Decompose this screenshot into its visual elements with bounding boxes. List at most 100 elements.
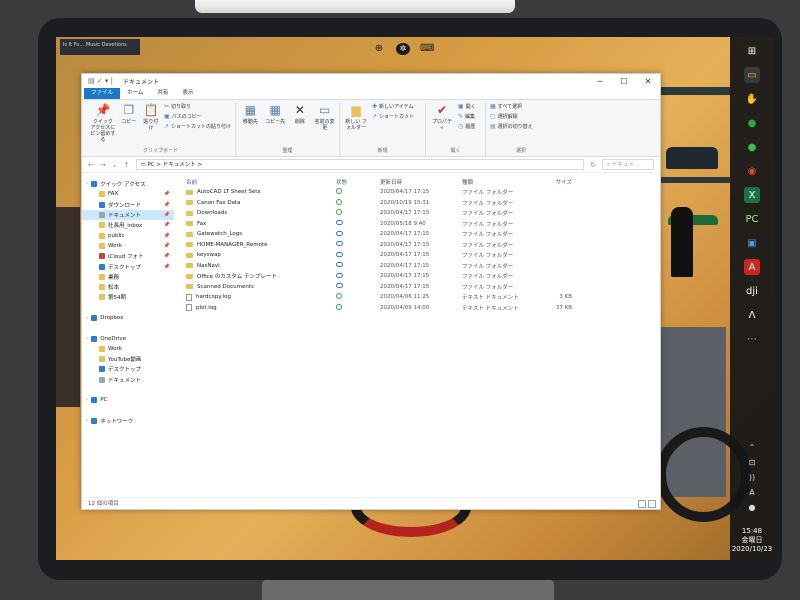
refresh-icon[interactable]: ↻ bbox=[590, 161, 596, 169]
up-arrow-icon[interactable]: ↑ bbox=[124, 161, 130, 169]
large-icons-view-icon[interactable] bbox=[648, 500, 656, 508]
taskbar-clock[interactable]: 15:48 金曜日 2020/10/23 bbox=[730, 527, 774, 554]
quick-access-toolbar-icon[interactable]: ▤ ✓ ▾ | bbox=[88, 77, 113, 85]
tab-share[interactable]: 共有 bbox=[150, 88, 175, 99]
nav-item[interactable]: ドキュメント bbox=[82, 375, 174, 385]
back-icon[interactable]: ← bbox=[88, 161, 94, 169]
autocad-icon[interactable]: A bbox=[744, 259, 760, 275]
column-size[interactable]: サイズ bbox=[532, 178, 572, 186]
pin-quick-access-button[interactable]: 📌 クイック アクセスにピン留めする bbox=[90, 103, 116, 143]
nav-item[interactable]: public 📌 bbox=[82, 230, 174, 240]
chevron-down-icon[interactable]: ⌄ bbox=[112, 161, 118, 169]
select-none-button[interactable]: ▢ 選択解除 bbox=[490, 113, 533, 120]
expand-chevron-icon[interactable]: › bbox=[86, 336, 88, 342]
chrome-icon[interactable]: ◉ bbox=[744, 163, 760, 179]
tab-home[interactable]: ホーム bbox=[120, 88, 150, 99]
maximize-button[interactable]: ☐ bbox=[612, 77, 636, 86]
file-row[interactable]: AutoCAD LT Sheet Sets 2020/04/17 17:15 ファイ… bbox=[186, 187, 660, 198]
file-row[interactable]: Office のカスタム テンプレート 2020/04/17 17:15 ファイル … bbox=[186, 271, 660, 282]
properties-button[interactable]: ✔ プロパティ bbox=[430, 103, 454, 131]
tray-icon[interactable]: ⊡ bbox=[749, 458, 756, 467]
paste-shortcut-button[interactable]: ↗ ショートカットの貼り付け bbox=[164, 123, 231, 130]
expand-chevron-icon[interactable]: › bbox=[86, 418, 88, 424]
column-status[interactable]: 状態 bbox=[336, 178, 380, 186]
cut-button[interactable]: ✂ 切り取り bbox=[164, 103, 231, 110]
nav-item[interactable]: 業務 bbox=[82, 272, 174, 282]
nav-item[interactable]: › Dropbox bbox=[82, 313, 174, 323]
file-row[interactable]: Canon Fax Data 2020/10/19 15:31 ファイル フォルダー bbox=[186, 198, 660, 209]
new-item-button[interactable]: ✚ 新しいアイテム bbox=[372, 103, 414, 110]
details-view-icon[interactable] bbox=[638, 500, 646, 508]
expand-chevron-icon[interactable]: › bbox=[86, 397, 88, 403]
expand-chevron-icon[interactable]: › bbox=[86, 315, 88, 321]
file-row[interactable]: NasNavi 2020/04/17 17:15 ファイル フォルダー bbox=[186, 261, 660, 272]
file-row[interactable]: Scanned Documents 2020/04/17 17:15 ファイル フォ… bbox=[186, 282, 660, 293]
app-blue-window-icon[interactable]: ▣ bbox=[744, 235, 760, 251]
dji-icon[interactable]: dji bbox=[744, 283, 760, 299]
column-type[interactable]: 種類 bbox=[462, 178, 532, 186]
column-name[interactable]: 名前 bbox=[186, 178, 336, 186]
app-green-text-icon[interactable]: PC bbox=[744, 211, 760, 227]
history-button[interactable]: ◷ 履歴 bbox=[458, 123, 476, 130]
tab-file[interactable]: ファイル bbox=[84, 88, 121, 99]
app-green-circle2-icon[interactable]: ● bbox=[744, 139, 760, 155]
delete-button[interactable]: ✕ 削除 bbox=[290, 103, 311, 125]
tray-icon[interactable]: )) bbox=[749, 473, 755, 482]
tray-icon[interactable]: ⌃ bbox=[749, 443, 756, 452]
easy-access-button[interactable]: ↗ ショートカット bbox=[372, 113, 414, 120]
nav-item[interactable]: デスクトップ bbox=[82, 364, 174, 374]
nav-item[interactable]: Work bbox=[82, 344, 174, 354]
nav-item[interactable]: 第54期 bbox=[82, 292, 174, 302]
nav-item[interactable]: › ネットワーク bbox=[82, 416, 174, 426]
nav-item[interactable]: › クイック アクセス bbox=[82, 179, 174, 189]
file-row[interactable]: Gatewatch_Logs 2020/04/17 17:15 ファイル フォルダー bbox=[186, 229, 660, 240]
file-explorer-icon[interactable]: ▭ bbox=[744, 67, 760, 83]
paste-button[interactable]: 📋 貼り付け bbox=[142, 103, 160, 131]
tray-icon[interactable]: A bbox=[749, 488, 754, 497]
file-row[interactable]: Fax 2020/05/18 9:40 ファイル フォルダー bbox=[186, 219, 660, 230]
minimize-button[interactable]: ─ bbox=[588, 77, 612, 86]
edit-button[interactable]: ✎ 編集 bbox=[458, 113, 476, 120]
nav-item[interactable]: デスクトップ 📌 bbox=[82, 261, 174, 271]
address-path[interactable]: ▭ PC > ドキュメント > bbox=[135, 159, 585, 170]
file-row[interactable]: Downloads 2020/04/17 17:15 ファイル フォルダー bbox=[186, 208, 660, 219]
new-folder-button[interactable]: ▆ 新しい フォルダー bbox=[344, 103, 368, 131]
nav-item[interactable]: FAX 📌 bbox=[82, 189, 174, 199]
tray-icon[interactable]: ● bbox=[749, 503, 756, 512]
nav-item[interactable]: 松本 bbox=[82, 282, 174, 292]
close-button[interactable]: ✕ bbox=[636, 77, 660, 86]
file-row[interactable]: hardcopy.log 2020/04/06 11:25 テキスト ドキュメント 3… bbox=[186, 292, 660, 303]
file-row[interactable]: keyswap 2020/04/17 17:15 ファイル フォルダー bbox=[186, 250, 660, 261]
zoom-in-icon[interactable]: ⊕ bbox=[372, 43, 386, 55]
nav-item[interactable]: › OneDrive bbox=[82, 333, 174, 343]
copy-button[interactable]: ❐ コピー bbox=[120, 103, 138, 125]
nav-item[interactable]: ドキュメント 📌 bbox=[82, 209, 174, 221]
app-green-circle-icon[interactable]: ● bbox=[744, 115, 760, 131]
excel-icon[interactable]: X bbox=[744, 187, 760, 203]
nav-item[interactable]: 社長用_inbox 📌 bbox=[82, 220, 174, 230]
hand-icon[interactable]: ✋ bbox=[744, 91, 760, 107]
open-button[interactable]: ▣ 開く bbox=[458, 103, 476, 110]
move-to-button[interactable]: ▦ 移動先 bbox=[240, 103, 261, 125]
nav-item[interactable]: ダウンロード 📌 bbox=[82, 200, 174, 210]
app-triangle-icon[interactable]: Λ bbox=[744, 307, 760, 323]
tab-view[interactable]: 表示 bbox=[175, 88, 200, 99]
nav-item[interactable]: YouTube動画 bbox=[82, 354, 174, 364]
select-all-button[interactable]: ▦ すべて選択 bbox=[490, 103, 533, 110]
forward-icon[interactable]: → bbox=[100, 161, 106, 169]
file-row[interactable]: plot.log 2020/04/09 14:00 テキスト ドキュメント 37 KB bbox=[186, 303, 660, 314]
copy-path-button[interactable]: ▣ パスのコピー bbox=[164, 113, 231, 120]
invert-selection-button[interactable]: ▤ 選択の切り替え bbox=[490, 123, 533, 130]
rename-button[interactable]: ▭ 名前の変更 bbox=[314, 103, 335, 131]
windows-start-icon[interactable]: ⊞ bbox=[744, 43, 760, 59]
expand-chevron-icon[interactable]: › bbox=[86, 181, 88, 187]
nav-item[interactable]: › PC bbox=[82, 395, 174, 405]
file-row[interactable]: HOME-MANAGER_Remote 2020/04/17 17:15 ファイル … bbox=[186, 240, 660, 251]
nav-item[interactable]: iCloud フォト 📌 bbox=[82, 251, 174, 261]
column-date[interactable]: 更新日時 bbox=[380, 178, 462, 186]
app-dotted-icon[interactable]: ⋯ bbox=[744, 331, 760, 347]
nav-item[interactable]: Work 📌 bbox=[82, 241, 174, 251]
keyboard-icon[interactable]: ⌨ bbox=[420, 43, 434, 55]
copy-to-button[interactable]: ▦ コピー先 bbox=[265, 103, 286, 125]
settings-icon[interactable]: ✲ bbox=[396, 43, 410, 55]
